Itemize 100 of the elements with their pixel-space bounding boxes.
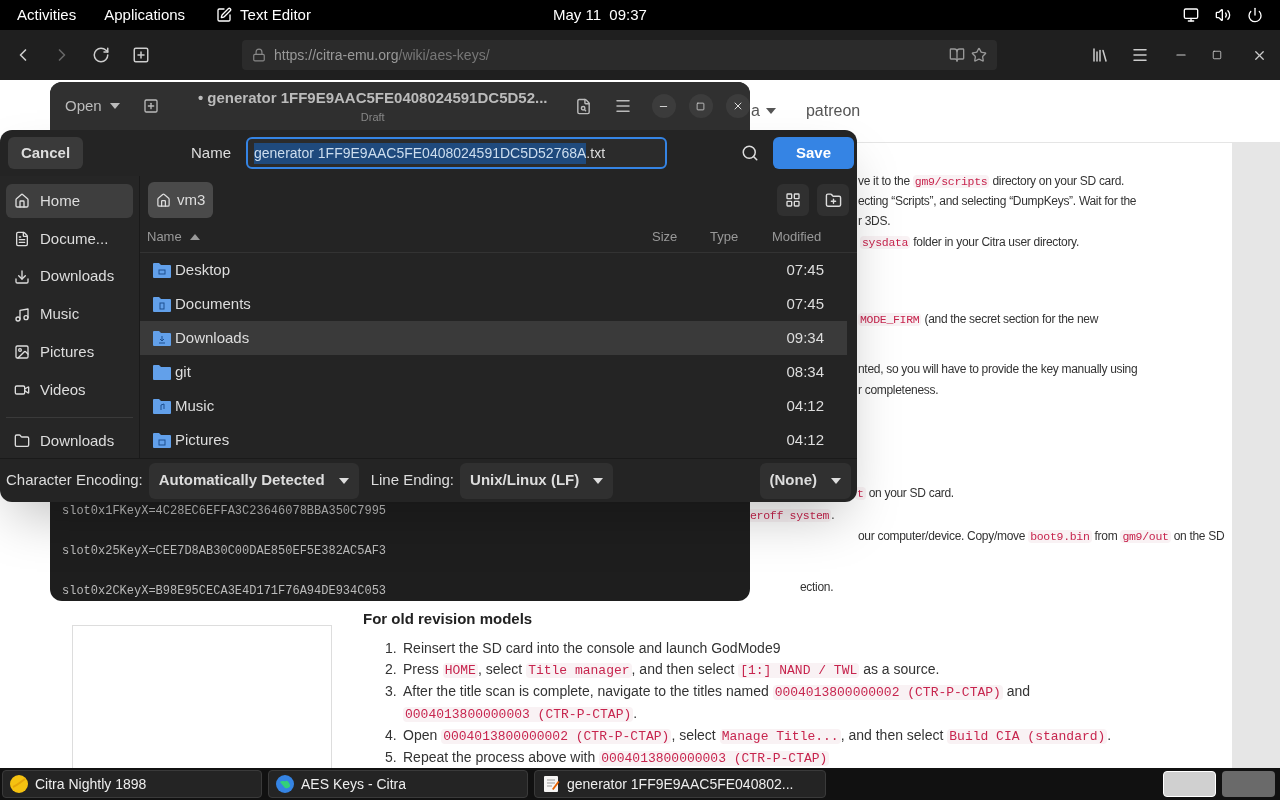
page-text: Reinsert the SD card into the console and launch GodMode9 — [403, 640, 781, 656]
home-icon — [156, 192, 171, 208]
caret-icon — [831, 477, 841, 484]
reader-view-icon[interactable] — [949, 47, 965, 63]
menu-icon[interactable] — [1131, 46, 1149, 64]
workspace-thumbnail[interactable] — [1222, 771, 1275, 797]
code-text: Manage Title... — [719, 729, 841, 744]
volume-icon[interactable] — [1215, 7, 1231, 23]
folder-icon — [153, 432, 171, 448]
page-text: Open — [403, 727, 439, 743]
modified-time: 07:45 — [786, 293, 824, 314]
page-text: . — [831, 508, 835, 522]
list-number: 4. — [385, 726, 398, 745]
column-header[interactable]: Modified — [772, 227, 842, 247]
page-text: from — [1093, 529, 1119, 543]
url-field[interactable]: https://citra-emu.org/wiki/aes-keys/ — [242, 40, 997, 70]
path-button[interactable]: vm3 — [148, 182, 214, 218]
library-icon[interactable] — [1091, 46, 1109, 64]
column-header[interactable]: Name — [147, 227, 652, 247]
lock-icon — [252, 48, 266, 62]
workspace-thumbnail[interactable] — [1163, 771, 1216, 797]
page-text: , and then select — [840, 727, 945, 743]
save-button[interactable]: Save — [773, 137, 854, 169]
sidebar-item[interactable]: Music — [6, 297, 133, 332]
caret-icon — [109, 103, 120, 109]
open-button[interactable]: Open — [56, 89, 129, 123]
download-icon — [14, 268, 30, 285]
folder-icon — [14, 433, 30, 450]
modified-time: 04:12 — [786, 395, 824, 416]
new-folder-button[interactable] — [817, 184, 849, 216]
file-name: Music — [175, 395, 215, 416]
sidebar-item[interactable]: Docume... — [6, 221, 133, 256]
reload-icon[interactable] — [92, 46, 110, 64]
code-text: sysdata — [860, 236, 911, 249]
page-text: Repeat the process above with — [403, 749, 597, 765]
column-header[interactable]: Size — [652, 227, 710, 247]
new-tab-icon[interactable] — [142, 98, 159, 114]
code-text: Build CIA (standard) — [947, 729, 1108, 744]
close-button[interactable] — [725, 94, 750, 118]
menu-icon[interactable] — [613, 97, 632, 115]
new-folder-icon — [824, 191, 842, 209]
file-row[interactable]: Downloads 09:34 — [140, 321, 847, 355]
page-text: Press — [403, 661, 440, 677]
highlight-dropdown[interactable]: (None) — [759, 462, 851, 499]
name-field[interactable]: generator 1FF9E9AAC5FE0408024591DC5D52768A.txt — [246, 137, 667, 169]
sidebar-item[interactable]: Pictures — [6, 335, 133, 370]
encoding-dropdown[interactable]: Automatically Detected — [148, 462, 359, 499]
search-icon[interactable] — [741, 144, 759, 162]
page-text: (and the secret section for the new — [923, 312, 1099, 326]
maximize-button[interactable] — [688, 94, 713, 118]
sidebar-item[interactable]: Videos — [6, 373, 133, 408]
sidebar-item[interactable]: Home — [6, 184, 133, 218]
file-name: Pictures — [175, 429, 230, 450]
list-number: 5. — [385, 748, 398, 767]
grid-view-button[interactable] — [777, 184, 809, 216]
page-text: on the SD — [1172, 529, 1225, 543]
clock[interactable]: May 11 09:37 — [552, 3, 647, 27]
taskbar-button[interactable]: generator 1FF9E9AAC5FE040802... — [534, 770, 826, 798]
power-icon[interactable] — [1247, 7, 1263, 23]
nav-link[interactable]: a — [751, 99, 776, 123]
folder-icon — [153, 330, 171, 346]
maximize-icon[interactable] — [1212, 50, 1222, 60]
file-name: Downloads — [175, 327, 250, 348]
page-text: , select — [477, 661, 524, 677]
bookmark-star-icon[interactable] — [971, 47, 987, 63]
sidebar-item[interactable]: Downloads — [6, 424, 133, 458]
page-text: directory on your SD card. — [991, 174, 1125, 188]
sort-arrow-icon — [189, 234, 200, 240]
page-text: After the title scan is complete, navigate to the titles named — [403, 683, 770, 699]
applications-menu[interactable]: Applications — [104, 3, 186, 27]
column-header[interactable]: Type — [710, 227, 772, 247]
music-icon — [14, 306, 30, 323]
list-number: 2. — [385, 660, 398, 679]
line-ending-dropdown[interactable]: Unix/Linux (LF) — [460, 462, 614, 499]
document-icon — [14, 230, 30, 247]
page-text: , and then select — [631, 661, 736, 677]
maximize-icon — [696, 101, 706, 111]
screen-icon[interactable] — [1183, 7, 1199, 23]
page-text: ecting “Scripts”, and selecting “DumpKeys”. Wait for the — [858, 194, 1137, 208]
new-tab-icon[interactable] — [132, 46, 150, 64]
code-text: gm9/out — [1120, 530, 1171, 543]
page-text: on your SD card. — [867, 486, 954, 500]
cancel-button[interactable]: Cancel — [8, 137, 83, 169]
code-text: Title manager — [526, 663, 632, 678]
notepad-icon — [541, 774, 561, 794]
window-title: • generator 1FF9E9AAC5FE0408024591DC5D52... — [197, 87, 548, 108]
modified-time: 09:34 — [786, 327, 824, 348]
nav-link[interactable]: patreon — [805, 99, 861, 123]
code-text: HOME — [442, 663, 478, 678]
taskbar-button[interactable]: AES Keys - Citra — [268, 770, 528, 798]
code-text: gm9/scripts — [912, 175, 990, 188]
page-text: , select — [671, 727, 717, 743]
taskbar-button[interactable]: Citra Nightly 1898 — [2, 770, 262, 798]
app-menu[interactable]: Text Editor — [240, 3, 311, 27]
activities-button[interactable]: Activities — [17, 3, 77, 27]
code-text: 0004013800000003 (CTR-P-CTAP) — [403, 707, 634, 722]
document-search-icon[interactable] — [574, 97, 592, 115]
folder-icon — [153, 364, 171, 380]
folder-icon — [153, 398, 171, 414]
sidebar-item[interactable]: Downloads — [6, 259, 133, 294]
